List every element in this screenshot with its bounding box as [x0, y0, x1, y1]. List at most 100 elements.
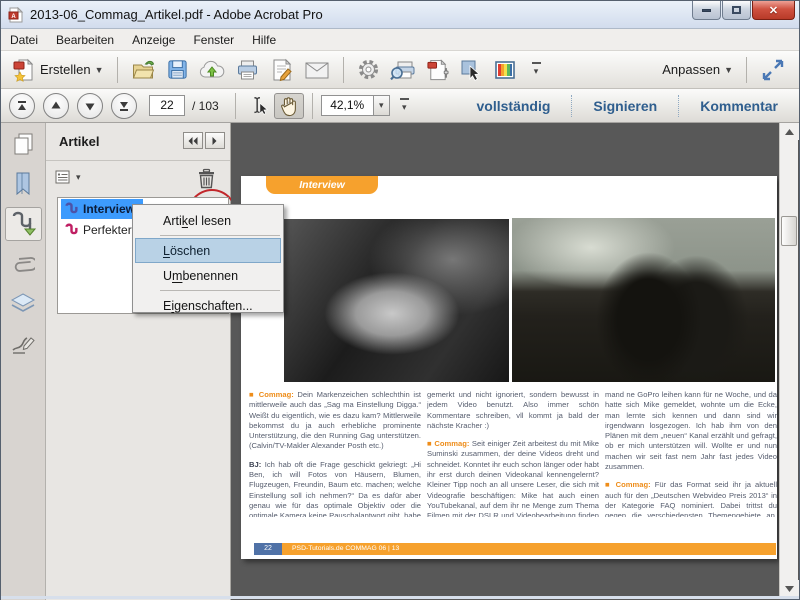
customize-label: Anpassen	[662, 62, 720, 77]
send-file-button[interactable]	[194, 55, 230, 85]
save-button[interactable]	[161, 55, 194, 84]
pane-link-vollständig[interactable]: vollständig	[456, 98, 572, 114]
bookmarks-tab[interactable]	[5, 167, 42, 201]
article-text-columns: ■ Commag: Dein Markenzeichen schlechthin…	[249, 390, 777, 517]
scroll-down-button[interactable]	[780, 580, 799, 597]
more-tools-chevron-icon[interactable]: ▾	[532, 62, 541, 77]
paperclip-icon	[11, 251, 35, 277]
zoom-dropdown-button[interactable]: ▾	[373, 95, 390, 116]
select-object-button[interactable]	[454, 55, 488, 85]
first-page-icon	[16, 100, 28, 112]
articles-tab[interactable]	[5, 207, 42, 241]
collapse-pane-button[interactable]	[183, 132, 203, 149]
vertical-scrollbar[interactable]	[779, 123, 798, 597]
close-icon: ✕	[769, 4, 778, 17]
articles-icon	[10, 210, 36, 238]
email-button[interactable]	[299, 56, 335, 84]
export-pdf-button[interactable]	[421, 55, 454, 85]
resize-view-button[interactable]	[755, 55, 791, 85]
minimize-button[interactable]	[692, 1, 721, 20]
menu-anzeige[interactable]: Anzeige	[123, 30, 184, 50]
menu-hilfe[interactable]: Hilfe	[243, 30, 285, 50]
navigation-pane-strip	[1, 123, 46, 600]
create-pdf-icon	[12, 58, 36, 82]
menu-bearbeiten[interactable]: Bearbeiten	[47, 30, 123, 50]
maximize-button[interactable]	[722, 1, 751, 20]
settings-button[interactable]	[352, 55, 385, 84]
color-swatch-icon	[493, 59, 517, 81]
document-pencil-icon	[270, 58, 294, 82]
zoom-level-input[interactable]: 42,1%	[321, 95, 373, 116]
printer-icon	[235, 58, 260, 82]
cloud-upload-icon	[199, 58, 225, 82]
select-text-tool-button[interactable]	[244, 93, 274, 119]
arrow-down-icon	[84, 100, 96, 112]
page-number-input[interactable]: 22	[149, 95, 185, 116]
context-menu-separator	[160, 235, 280, 236]
sign-document-button[interactable]	[265, 55, 299, 85]
next-page-button[interactable]	[77, 93, 103, 119]
signature-icon	[10, 332, 36, 356]
menu-datei[interactable]: Datei	[1, 30, 47, 50]
layers-tab[interactable]	[5, 287, 42, 321]
photo-hand-coins	[284, 219, 509, 382]
context-menu-item-artikel-lesen[interactable]: Artikel lesen	[135, 208, 281, 233]
section-header-tab: Interview	[266, 176, 378, 194]
document-canvas[interactable]: Interview ■ Commag: Dein Markenzeichen s…	[231, 123, 780, 600]
layers-icon	[10, 292, 36, 316]
footer-credit-bar: PSD-Tutorials.de COMMAG 06 | 13	[282, 543, 776, 555]
photo-bar-scene	[512, 218, 775, 382]
page-thumbnails-tab[interactable]	[5, 127, 42, 161]
attachments-tab[interactable]	[5, 247, 42, 281]
scroll-up-button[interactable]	[780, 123, 799, 140]
panel-options-button[interactable]: ▾	[55, 169, 81, 185]
envelope-icon	[304, 59, 330, 81]
bookmarks-icon	[12, 171, 34, 197]
chevron-down-icon: ▾	[379, 100, 384, 111]
print-button[interactable]	[230, 55, 265, 85]
window-frame-bottom	[1, 596, 799, 599]
trash-icon	[197, 168, 216, 189]
previous-page-button[interactable]	[43, 93, 69, 119]
pane-link-signieren[interactable]: Signieren	[572, 98, 678, 114]
text-column-1: ■ Commag: Dein Markenzeichen schlechthin…	[249, 390, 421, 517]
context-menu-item-eigenschaften[interactable]: Eigenschaften...	[135, 293, 281, 318]
text-column-3: mand ne GoPro leihen kann für ne Woche, …	[605, 390, 777, 517]
expand-arrows-icon	[760, 58, 786, 82]
print-preview-icon	[390, 58, 416, 82]
pdf-file-icon: A	[8, 7, 24, 23]
toolbar-overflow-chevron-icon[interactable]: ▾	[400, 98, 409, 113]
title-bar[interactable]: A 2013-06_Commag_Artikel.pdf - Adobe Acr…	[1, 1, 799, 29]
main-toolbar: Erstellen ▼	[1, 51, 799, 89]
window-title: 2013-06_Commag_Artikel.pdf - Adobe Acrob…	[30, 7, 323, 22]
pdf-page[interactable]: Interview ■ Commag: Dein Markenzeichen s…	[241, 176, 777, 559]
expand-pane-button[interactable]	[205, 132, 225, 149]
chevron-down-icon: ▼	[95, 65, 104, 75]
toolbar-separator	[343, 57, 344, 83]
scrollbar-thumb[interactable]	[781, 216, 797, 246]
task-pane-links: vollständigSignierenKommentar	[456, 89, 800, 122]
hand-tool-button[interactable]	[274, 93, 304, 119]
text-column-2: gemerkt und nicht ignoriert, sondern bew…	[427, 390, 599, 517]
page-footer: 22 PSD-Tutorials.de COMMAG 06 | 13	[241, 543, 777, 555]
create-pdf-button[interactable]: Erstellen ▼	[7, 55, 109, 85]
context-menu-item-löschen[interactable]: Löschen	[135, 238, 281, 263]
last-page-button[interactable]	[111, 93, 137, 119]
signatures-tab[interactable]	[5, 327, 42, 361]
articles-panel-toolbar: ▾	[46, 161, 230, 197]
print-preview-button[interactable]	[385, 55, 421, 85]
open-file-button[interactable]	[126, 55, 161, 85]
arrow-up-icon	[50, 100, 62, 112]
options-list-icon	[55, 169, 73, 185]
close-button[interactable]: ✕	[752, 1, 795, 20]
pane-link-kommentar[interactable]: Kommentar	[679, 98, 799, 114]
context-menu-item-umbenennen[interactable]: Umbenennen	[135, 263, 281, 288]
page-thumbnails-icon	[11, 131, 35, 157]
customize-button[interactable]: Anpassen ▼	[657, 59, 738, 80]
first-page-button[interactable]	[9, 93, 35, 119]
articles-panel-title: Artikel	[59, 134, 99, 149]
article-thread-icon	[64, 223, 79, 237]
color-tools-button[interactable]	[488, 56, 522, 84]
menu-fenster[interactable]: Fenster	[184, 30, 243, 50]
text-select-cursor-icon	[248, 95, 270, 117]
